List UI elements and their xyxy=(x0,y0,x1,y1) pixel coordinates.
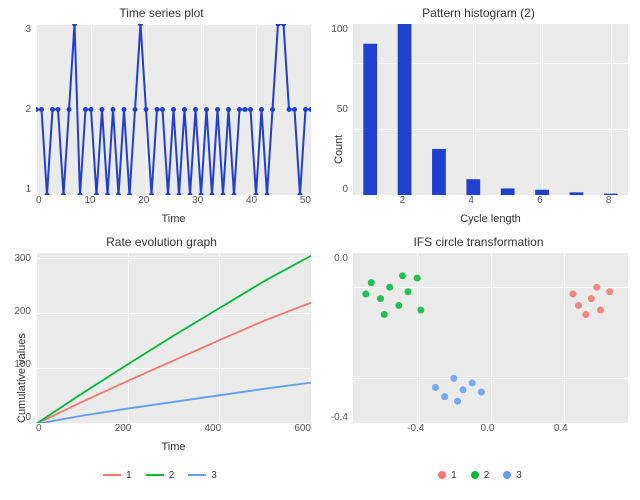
legend-row: 1 2 3 1 2 3 xyxy=(0,455,640,495)
ifs-title: IFS circle transformation xyxy=(323,233,634,253)
rate-x-label: Time xyxy=(36,441,311,453)
rate-plot xyxy=(36,253,311,424)
histogram-panel: Pattern histogram (2) 100500 2468 Cycle … xyxy=(323,4,634,227)
histogram-plot xyxy=(353,24,628,195)
histogram-y-label: Count xyxy=(333,135,345,164)
histogram-x-axis: 2468 xyxy=(353,195,628,209)
dot-swatch-icon xyxy=(471,471,479,479)
ifs-x-axis: -0.40.00.4 xyxy=(353,423,628,437)
timeseries-plot xyxy=(36,24,311,195)
ifs-plot xyxy=(353,253,628,424)
dot-swatch-icon xyxy=(438,471,446,479)
ifs-panel: IFS circle transformation 0.0-0.4 -0.40.… xyxy=(323,233,634,456)
rate-legend-item-3: 3 xyxy=(188,470,217,481)
rate-legend-item-2: 2 xyxy=(146,470,175,481)
rate-x-axis: 0200400600 xyxy=(36,423,311,437)
timeseries-x-axis: 01020304050 xyxy=(36,195,311,209)
rate-legend: 1 2 3 xyxy=(0,470,320,481)
histogram-x-label: Cycle length xyxy=(353,213,628,225)
timeseries-title: Time series plot xyxy=(6,4,317,24)
line-swatch-icon xyxy=(188,474,206,476)
rate-panel: Rate evolution graph 3002001000 02004006… xyxy=(6,233,317,456)
histogram-y-axis: 100500 xyxy=(323,24,351,195)
line-swatch-icon xyxy=(103,474,121,476)
rate-y-label: Cumulative values xyxy=(16,333,28,423)
line-swatch-icon xyxy=(146,474,164,476)
timeseries-x-label: Time xyxy=(36,213,311,225)
ifs-legend: 1 2 3 xyxy=(320,470,640,481)
ifs-y-axis: 0.0-0.4 xyxy=(323,253,351,424)
ifs-legend-item-2: 2 xyxy=(471,470,490,481)
timeseries-panel: Time series plot 321 01020304050 Time xyxy=(6,4,317,227)
dot-swatch-icon xyxy=(503,471,511,479)
rate-title: Rate evolution graph xyxy=(6,233,317,253)
histogram-title: Pattern histogram (2) xyxy=(323,4,634,24)
rate-legend-item-1: 1 xyxy=(103,470,132,481)
ifs-legend-item-3: 3 xyxy=(503,470,522,481)
ifs-legend-item-1: 1 xyxy=(438,470,457,481)
timeseries-y-axis: 321 xyxy=(6,24,34,195)
